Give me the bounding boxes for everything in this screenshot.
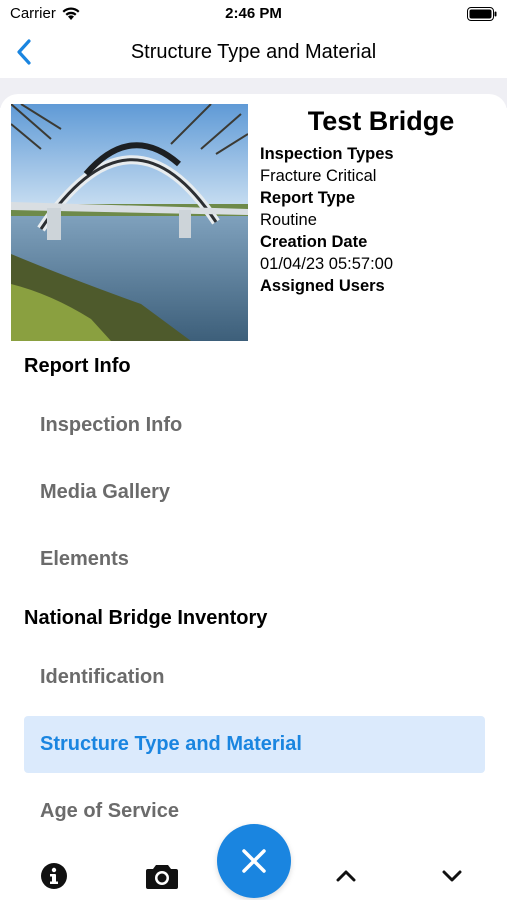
- section-header-national-bridge-inventory: National Bridge Inventory: [24, 607, 268, 629]
- report-type-label: Report Type: [260, 189, 356, 207]
- status-bar: Carrier 2:46 PM: [0, 0, 507, 28]
- camera-icon: [146, 865, 178, 889]
- section-header-report-info: Report Info: [24, 355, 131, 377]
- menu-item-elements[interactable]: Elements: [24, 531, 485, 588]
- battery-icon: [467, 7, 497, 21]
- assigned-users-label: Assigned Users: [260, 277, 385, 295]
- bridge-image: [11, 104, 248, 341]
- inspection-types-value: Fracture Critical: [260, 167, 377, 185]
- menu-item-inspection-info[interactable]: Inspection Info: [24, 397, 485, 454]
- close-icon: [242, 849, 266, 873]
- chevron-down-icon: [442, 870, 462, 882]
- report-type-value: Routine: [260, 211, 317, 229]
- creation-date-value: 01/04/23 05:57:00: [260, 255, 394, 273]
- menu-item-structure-type-and-material[interactable]: Structure Type and Material: [24, 716, 485, 773]
- camera-button[interactable]: [140, 854, 184, 898]
- bottom-toolbar: [0, 824, 507, 900]
- chevron-up-icon: [336, 870, 356, 882]
- report-info-block: Inspection Types Fracture Critical Repor…: [260, 143, 500, 297]
- close-button[interactable]: [217, 824, 291, 898]
- report-title: Test Bridge: [307, 106, 455, 136]
- page-title: Structure Type and Material: [130, 41, 377, 63]
- creation-date-label: Creation Date: [260, 233, 368, 251]
- menu-item-media-gallery[interactable]: Media Gallery: [24, 464, 485, 521]
- bridge-photo[interactable]: [11, 104, 248, 341]
- info-icon: [41, 863, 67, 889]
- next-button[interactable]: [430, 854, 474, 898]
- status-time: 2:46 PM: [225, 5, 282, 22]
- inspection-types-label: Inspection Types: [260, 145, 394, 163]
- previous-button[interactable]: [324, 854, 368, 898]
- menu-item-identification[interactable]: Identification: [24, 649, 485, 706]
- navigation-bar: Structure Type and Material: [0, 28, 507, 78]
- info-button[interactable]: [32, 854, 76, 898]
